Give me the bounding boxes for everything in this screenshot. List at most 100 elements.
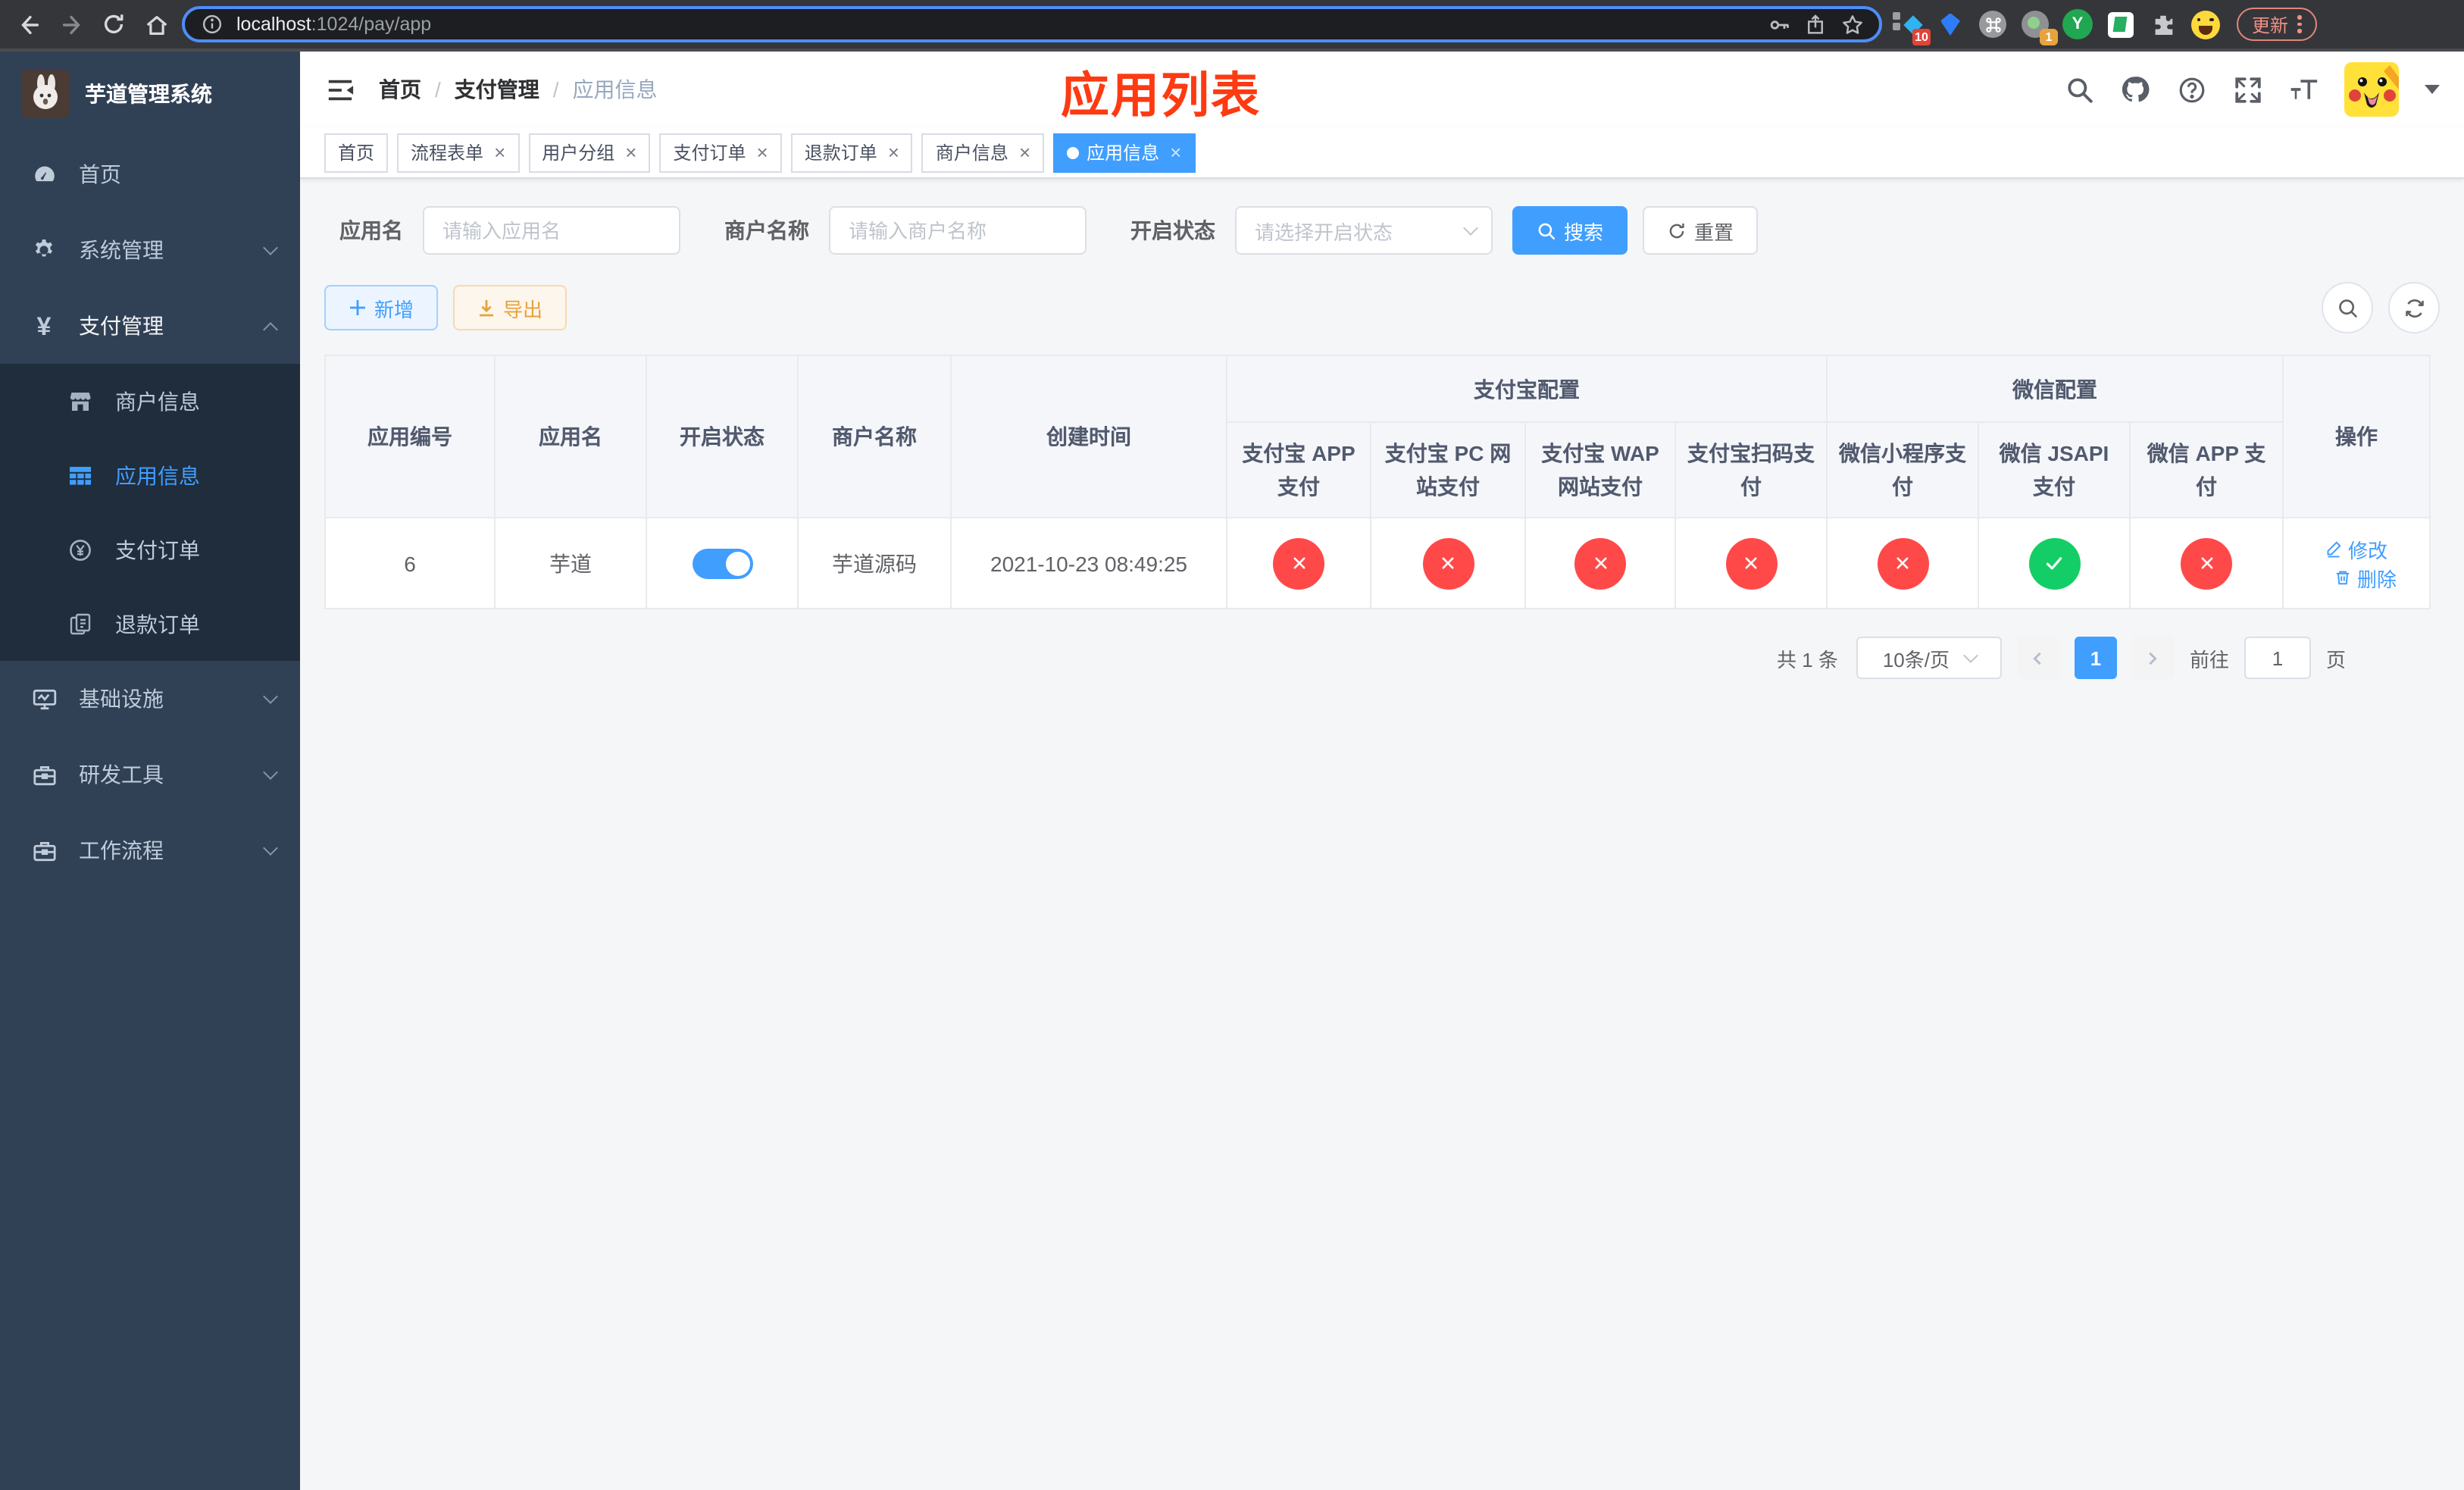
next-page-button[interactable] [2131, 637, 2175, 679]
tab-2[interactable]: 流程表单 × [397, 133, 520, 172]
share-icon[interactable] [1803, 12, 1828, 36]
page-size-select[interactable]: 10条/页 [1856, 637, 2002, 679]
help-icon[interactable] [2176, 74, 2206, 105]
search-form: 应用名 商户名称 开启状态 请选择开启状态 搜索 重置 [339, 206, 2440, 255]
page-number-1[interactable]: 1 [2074, 637, 2117, 679]
sidebar-item-home[interactable]: 首页 [0, 136, 300, 212]
sidebar-item-payment[interactable]: ¥ 支付管理 [0, 288, 300, 364]
tab-label: 商户信息 [935, 142, 1008, 164]
search-button[interactable]: 搜索 [1512, 206, 1628, 255]
reset-button[interactable]: 重置 [1643, 206, 1759, 255]
app-table: 应用编号 应用名 开启状态 商户名称 创建时间 支付宝配置 微信配置 操作 支付… [324, 355, 2431, 609]
password-key-icon[interactable] [1767, 12, 1791, 36]
goto-page-input[interactable] [2244, 637, 2311, 679]
tab-6[interactable]: 商户信息 × [921, 133, 1045, 172]
breadcrumb: 首页 / 支付管理 / 应用信息 [379, 74, 658, 105]
tab-close-icon[interactable]: × [757, 142, 768, 162]
tab-close-icon[interactable]: × [1019, 142, 1030, 162]
delete-link[interactable]: 删除 [2334, 563, 2397, 592]
tab-label: 流程表单 [411, 142, 484, 164]
extension-balloon-icon[interactable] [1934, 8, 1967, 41]
enable-toggle[interactable] [692, 548, 752, 578]
github-icon[interactable] [2120, 74, 2150, 105]
browser-toolbar: localhost:1024/pay/app 10 1 Y 更新 [0, 0, 2464, 52]
sidebar-item-app-info[interactable]: 应用信息 [0, 438, 300, 512]
edit-link[interactable]: 修改 [2325, 534, 2387, 563]
sidebar-item-pay-order[interactable]: 支付订单 [0, 512, 300, 587]
column-header-merchant: 商户名称 [797, 355, 952, 518]
tab-4[interactable]: 支付订单 × [659, 133, 782, 172]
address-bar[interactable]: localhost:1024/pay/app [182, 6, 1882, 42]
font-size-icon[interactable] [2288, 74, 2319, 105]
merchant-name-input[interactable] [829, 206, 1087, 255]
status-select[interactable]: 请选择开启状态 [1235, 206, 1493, 255]
grid-table-icon [67, 462, 94, 489]
table-row: 6 芋道 芋道源码 2021-10-23 08:49:25 修改 删除 [324, 517, 2431, 609]
tab-label: 退款订单 [804, 142, 877, 164]
sidebar-item-infrastructure[interactable]: 基础设施 [0, 661, 300, 737]
sidebar-item-label: 基础设施 [79, 687, 164, 711]
column-header-alipay-wap: 支付宝 WAP 网站支付 [1524, 421, 1676, 518]
tab-1[interactable]: 首页 [324, 133, 389, 172]
browser-menu-icon[interactable] [2297, 15, 2302, 33]
chevron-down-icon [263, 689, 278, 704]
home-icon[interactable] [139, 8, 173, 41]
forward-icon[interactable] [55, 8, 88, 41]
profile-avatar-icon[interactable] [2188, 8, 2222, 41]
user-avatar[interactable] [2344, 62, 2399, 117]
chevron-down-icon [263, 840, 278, 856]
url-text[interactable]: localhost:1024/pay/app [236, 14, 1755, 35]
export-button-label: 导出 [503, 298, 543, 321]
sidebar-item-refund-order[interactable]: 退款订单 [0, 587, 300, 661]
disabled-x-icon [2181, 537, 2232, 589]
logo-image [21, 70, 70, 118]
disabled-x-icon [1574, 537, 1626, 589]
coin-yen-icon [67, 536, 94, 563]
disabled-x-icon [1273, 537, 1324, 589]
navbar-actions [2064, 62, 2440, 117]
sidebar-item-label: 退款订单 [115, 612, 200, 636]
extension-recorder-icon[interactable]: 1 [2018, 8, 2058, 45]
extension-analytics-icon[interactable]: 10 [1891, 8, 1931, 45]
add-button[interactable]: 新增 [324, 285, 439, 330]
breadcrumb-payment[interactable]: 支付管理 [455, 74, 539, 105]
sidebar-fold-icon[interactable] [324, 74, 355, 105]
red-annotation-title: 应用列表 [1061, 68, 1262, 123]
extension-notes-icon[interactable] [2103, 8, 2137, 41]
export-button[interactable]: 导出 [453, 285, 568, 330]
app-name-input[interactable] [423, 206, 680, 255]
pay-status-cell [1978, 517, 2131, 609]
tab-close-icon[interactable]: × [1170, 142, 1181, 162]
prev-page-button[interactable] [2016, 637, 2059, 679]
site-info-icon[interactable] [200, 12, 224, 36]
goto-label: 前往 [2189, 648, 2229, 671]
tab-close-icon[interactable]: × [494, 142, 505, 162]
browser-update-button[interactable]: 更新 [2237, 8, 2317, 41]
bookmark-star-icon[interactable] [1840, 12, 1864, 36]
sidebar-item-workflow[interactable]: 工作流程 [0, 812, 300, 888]
y-letter: Y [2062, 9, 2093, 39]
reload-icon[interactable] [97, 8, 130, 41]
tags-view: 首页 流程表单 × 用户分组 × 支付订单 × 退款订单 × 商户信息 × 应用信息 × [300, 127, 2464, 179]
breadcrumb-home[interactable]: 首页 [379, 74, 421, 105]
refresh-button[interactable] [2388, 282, 2440, 333]
toggle-search-button[interactable] [2322, 282, 2373, 333]
tab-close-icon[interactable]: × [888, 142, 899, 162]
search-icon[interactable] [2064, 74, 2094, 105]
extension-y-icon[interactable]: Y [2061, 8, 2094, 41]
breadcrumb-current: 应用信息 [572, 77, 658, 102]
sidebar-item-dev-tools[interactable]: 研发工具 [0, 737, 300, 812]
extensions-puzzle-icon[interactable] [2146, 8, 2179, 41]
tab-5[interactable]: 退款订单 × [790, 133, 913, 172]
app-title: 芋道管理系统 [85, 82, 212, 106]
back-icon[interactable] [12, 8, 45, 41]
tab-3[interactable]: 用户分组 × [528, 133, 651, 172]
caret-down-icon[interactable] [2425, 85, 2440, 94]
tab-7[interactable]: 应用信息 × [1053, 133, 1196, 172]
extension-command-icon[interactable] [1976, 8, 2009, 41]
fullscreen-icon[interactable] [2232, 74, 2262, 105]
sidebar-item-merchant-info[interactable]: 商户信息 [0, 364, 300, 438]
sidebar-item-system[interactable]: 系统管理 [0, 212, 300, 288]
group-header-alipay: 支付宝配置 [1226, 355, 1828, 423]
tab-close-icon[interactable]: × [625, 142, 636, 162]
